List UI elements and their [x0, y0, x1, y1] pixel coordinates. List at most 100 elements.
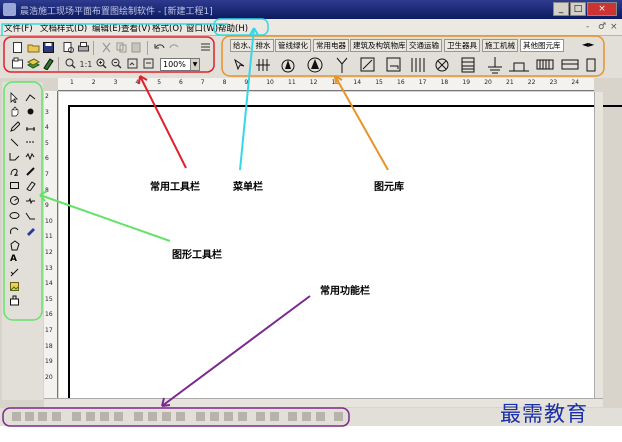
- zoom-in-icon[interactable]: [95, 57, 108, 70]
- print-icon[interactable]: [77, 41, 90, 54]
- function-bar-button[interactable]: [176, 412, 185, 421]
- maximize-button[interactable]: □: [570, 2, 586, 16]
- tab-buildings[interactable]: 建筑及构筑物库: [350, 39, 409, 52]
- rectangle-icon[interactable]: [9, 180, 20, 191]
- menu-edit[interactable]: 编辑(E): [92, 22, 121, 34]
- mdi-close-button[interactable]: ×: [610, 22, 618, 32]
- menu-format[interactable]: 格式(O): [152, 22, 182, 34]
- menu-window[interactable]: 窗口(W): [186, 22, 218, 34]
- zoom-icon[interactable]: [64, 57, 77, 70]
- tab-transport[interactable]: 交通运输: [406, 39, 442, 52]
- tab-scroll-arrows[interactable]: ◄►: [582, 40, 594, 49]
- function-bar-button[interactable]: [224, 412, 233, 421]
- point-icon[interactable]: [25, 106, 36, 117]
- stamp-icon[interactable]: [9, 295, 20, 306]
- new-file-icon[interactable]: [11, 41, 24, 54]
- function-bar-button[interactable]: [72, 412, 81, 421]
- arc-icon[interactable]: [9, 225, 20, 236]
- grid-list-icon[interactable]: [199, 41, 212, 54]
- vertical-scrollbar[interactable]: [594, 92, 603, 398]
- cut-icon[interactable]: [100, 41, 113, 54]
- function-bar-button[interactable]: [38, 412, 47, 421]
- curve-icon[interactable]: [9, 166, 20, 177]
- image-icon[interactable]: [9, 281, 20, 292]
- menu-file[interactable]: 文件(F): [4, 22, 33, 34]
- tab-pipeline-green[interactable]: 管线绿化: [275, 39, 311, 52]
- function-bar-button[interactable]: [134, 412, 143, 421]
- mdi-restore-button[interactable]: ♂: [598, 22, 606, 32]
- layers-icon[interactable]: [27, 57, 40, 70]
- circle-icon[interactable]: [9, 195, 20, 206]
- ruler-tick-label: 4: [135, 79, 140, 86]
- ruler-tick-label: 1: [70, 79, 74, 86]
- zoom-actual-icon[interactable]: 1:1: [79, 57, 93, 70]
- color-icon[interactable]: [42, 57, 55, 70]
- open-folder-icon[interactable]: [27, 41, 40, 54]
- function-bar-button[interactable]: [288, 412, 297, 421]
- function-bar-button[interactable]: [12, 412, 21, 421]
- zoom-out-icon[interactable]: [110, 57, 123, 70]
- properties-icon[interactable]: [11, 57, 24, 70]
- paste-icon[interactable]: [130, 41, 143, 54]
- ruler-tick-label: 13: [45, 264, 53, 272]
- function-bar-button[interactable]: [100, 412, 109, 421]
- zoom-select[interactable]: 100% ▼: [160, 58, 200, 71]
- minimize-button[interactable]: _: [553, 2, 569, 16]
- function-bar-button[interactable]: [25, 412, 34, 421]
- ruler-tick-label: 6: [45, 155, 49, 163]
- function-bar-button[interactable]: [52, 412, 61, 421]
- copy-icon[interactable]: [115, 41, 128, 54]
- fit-page-icon[interactable]: [126, 57, 139, 70]
- tab-other-library[interactable]: 其他图元库: [520, 39, 564, 52]
- pan-hand-icon[interactable]: [9, 106, 20, 117]
- fill-icon[interactable]: [25, 225, 36, 236]
- ruler-tick-label: 3: [113, 79, 118, 86]
- menu-help[interactable]: 帮助(H): [218, 22, 248, 34]
- polyline-icon[interactable]: [9, 151, 20, 162]
- function-bar-button[interactable]: [162, 412, 171, 421]
- ruler-horizontal: 1 2 3 4 5 6 7 8 9 10 11 12 13 14 15 16 17 18 19 20 21 22 23 24: [58, 78, 594, 91]
- function-bar-button[interactable]: [316, 412, 325, 421]
- function-bar-button[interactable]: [334, 412, 343, 421]
- polygon-icon[interactable]: [9, 240, 20, 251]
- function-bar-button[interactable]: [114, 412, 123, 421]
- function-bar-button[interactable]: [210, 412, 219, 421]
- mdi-minimize-button[interactable]: -: [586, 22, 589, 32]
- ellipse-icon[interactable]: [9, 210, 20, 221]
- label-shape-toolbar: 图形工具栏: [172, 250, 222, 261]
- menu-doc-style[interactable]: 文档样式(D): [40, 22, 87, 34]
- close-button[interactable]: ×: [587, 2, 617, 16]
- tab-machinery[interactable]: 施工机械: [482, 39, 518, 52]
- angle-icon[interactable]: [25, 210, 36, 221]
- tab-electrical[interactable]: 常用电器: [313, 39, 349, 52]
- chevron-down-icon[interactable]: ▼: [190, 59, 199, 70]
- wave-line-icon[interactable]: [25, 195, 36, 206]
- line-icon[interactable]: [9, 136, 20, 147]
- function-bar-button[interactable]: [238, 412, 247, 421]
- text-tool-icon[interactable]: A: [10, 254, 21, 265]
- function-bar-button[interactable]: [302, 412, 311, 421]
- function-bar-button[interactable]: [270, 412, 279, 421]
- zigzag-icon[interactable]: [25, 151, 36, 162]
- redo-icon[interactable]: [168, 41, 181, 54]
- print-preview-icon[interactable]: [62, 41, 75, 54]
- node-edit-icon[interactable]: [25, 92, 36, 103]
- eraser-icon[interactable]: [25, 180, 36, 191]
- undo-icon[interactable]: [153, 41, 166, 54]
- brush-icon[interactable]: [25, 166, 36, 177]
- function-bar-button[interactable]: [86, 412, 95, 421]
- measure-icon[interactable]: [25, 121, 36, 132]
- fit-width-icon[interactable]: [142, 57, 155, 70]
- dashed-line-icon[interactable]: [25, 136, 36, 147]
- function-bar-button[interactable]: [148, 412, 157, 421]
- tab-water-drainage[interactable]: 给水、排水: [230, 39, 274, 52]
- function-bar-button[interactable]: [196, 412, 205, 421]
- select-arrow-icon[interactable]: [9, 92, 20, 103]
- dimension-icon[interactable]: [9, 267, 20, 278]
- save-icon[interactable]: [42, 41, 55, 54]
- function-bar-button[interactable]: [256, 412, 265, 421]
- ruler-tick-label: 14: [45, 280, 53, 288]
- pencil-icon[interactable]: [9, 121, 20, 132]
- menu-view[interactable]: 查看(V): [121, 22, 150, 34]
- tab-sanitary[interactable]: 卫生器具: [444, 39, 480, 52]
